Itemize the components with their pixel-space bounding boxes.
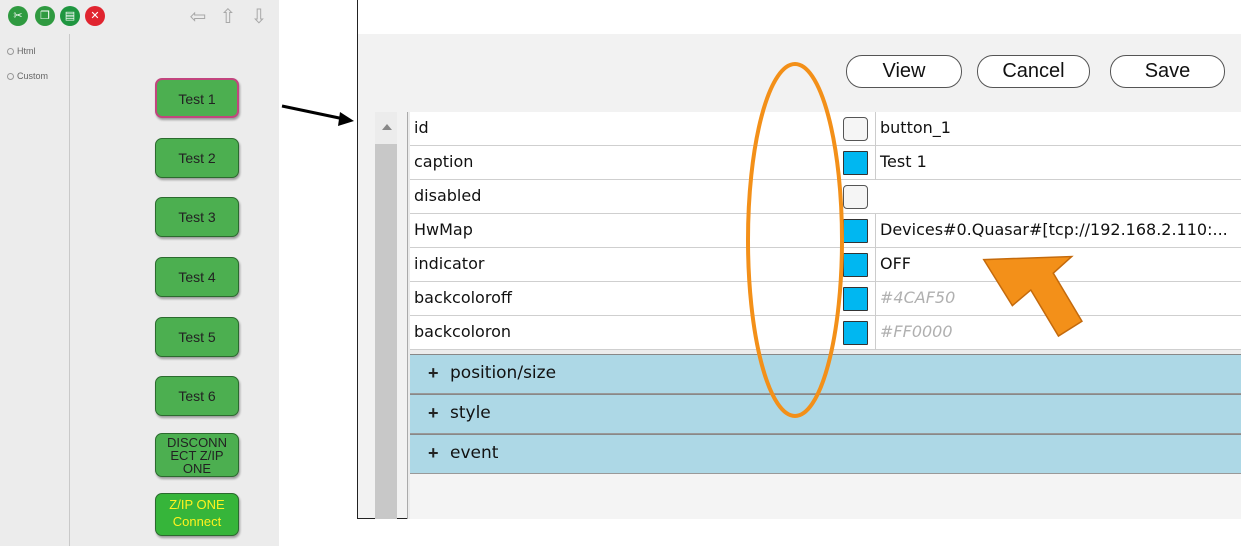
copy-icon[interactable]: ❐: [35, 6, 55, 26]
group-event[interactable]: + event: [410, 434, 1241, 474]
property-row-disabled[interactable]: disabled: [410, 180, 1241, 214]
property-value[interactable]: button_1: [875, 112, 951, 146]
property-row-caption[interactable]: caption Test 1: [410, 146, 1241, 180]
group-label: event: [450, 443, 499, 463]
property-name: caption: [414, 152, 474, 171]
connect-button[interactable]: Z/IP ONE Connect: [155, 493, 239, 536]
property-name: backcoloroff: [414, 288, 512, 307]
tree-item-html[interactable]: Html: [7, 46, 36, 56]
property-value[interactable]: [875, 180, 879, 214]
test-2-button[interactable]: Test 2: [155, 138, 239, 178]
tree-item-custom[interactable]: Custom: [7, 71, 48, 81]
test-5-button[interactable]: Test 5: [155, 317, 239, 357]
editor-header: [358, 0, 1241, 34]
arrow-down-icon[interactable]: ⇩: [248, 4, 270, 28]
property-name: indicator: [414, 254, 485, 273]
property-value[interactable]: Devices#0.Quasar#[tcp://192.168.2.110:..…: [875, 214, 1228, 248]
arrow-up-icon[interactable]: ⇧: [217, 4, 239, 28]
property-name: disabled: [414, 186, 482, 205]
designer-toolbar: ✂ ❐ ▤ ✕ ⇦ ⇧ ⇩: [0, 0, 279, 34]
property-editor: View Cancel Save id button_1 caption Tes…: [357, 0, 1241, 519]
view-button[interactable]: View: [846, 55, 962, 88]
binding-toggle[interactable]: [843, 219, 868, 243]
property-row-indicator[interactable]: indicator OFF: [410, 248, 1241, 282]
paste-icon[interactable]: ▤: [60, 6, 80, 26]
expand-icon[interactable]: +: [428, 403, 439, 424]
binding-toggle[interactable]: [843, 185, 868, 209]
binding-toggle[interactable]: [843, 321, 868, 345]
property-row-id[interactable]: id button_1: [410, 112, 1241, 146]
grid-empty-area: [410, 474, 1241, 519]
test-1-button[interactable]: Test 1: [155, 78, 239, 118]
test-4-button[interactable]: Test 4: [155, 257, 239, 297]
expand-icon: [7, 48, 14, 56]
binding-toggle[interactable]: [843, 117, 868, 141]
scroll-up-icon[interactable]: [382, 124, 392, 130]
arrow-left-icon[interactable]: ⇦: [187, 4, 209, 28]
group-position-size[interactable]: + position/size: [410, 354, 1241, 394]
property-value[interactable]: #4CAF50: [875, 282, 955, 316]
group-style[interactable]: + style: [410, 394, 1241, 434]
property-value[interactable]: Test 1: [875, 146, 927, 180]
expand-icon[interactable]: +: [428, 363, 439, 384]
callout-arrow: [281, 104, 354, 126]
property-value[interactable]: OFF: [875, 248, 911, 282]
property-row-backcoloroff[interactable]: backcoloroff #4CAF50: [410, 282, 1241, 316]
binding-toggle[interactable]: [843, 287, 868, 311]
cancel-button[interactable]: Cancel: [977, 55, 1090, 88]
designer-panel: ✂ ❐ ▤ ✕ ⇦ ⇧ ⇩ Html Custom Test 1 Test 2 …: [0, 0, 279, 546]
save-button[interactable]: Save: [1110, 55, 1225, 88]
binding-toggle[interactable]: [843, 151, 868, 175]
group-label: style: [450, 403, 491, 423]
property-name: HwMap: [414, 220, 473, 239]
property-name: backcoloron: [414, 322, 511, 341]
property-row-hwmap[interactable]: HwMap Devices#0.Quasar#[tcp://192.168.2.…: [410, 214, 1241, 248]
property-row-backcoloron[interactable]: backcoloron #FF0000: [410, 316, 1241, 350]
expand-icon[interactable]: +: [428, 443, 439, 464]
disconnect-button[interactable]: DISCONN ECT Z/IP ONE: [155, 433, 239, 477]
test-6-button[interactable]: Test 6: [155, 376, 239, 416]
scrollbar[interactable]: [375, 112, 397, 519]
component-tree: Html Custom: [0, 34, 70, 546]
binding-toggle[interactable]: [843, 253, 868, 277]
test-3-button[interactable]: Test 3: [155, 197, 239, 237]
delete-icon[interactable]: ✕: [85, 6, 105, 26]
property-name: id: [414, 118, 429, 137]
property-value[interactable]: #FF0000: [875, 316, 953, 350]
expand-icon: [7, 73, 14, 81]
group-label: position/size: [450, 363, 557, 383]
scissors-icon[interactable]: ✂: [8, 6, 28, 26]
